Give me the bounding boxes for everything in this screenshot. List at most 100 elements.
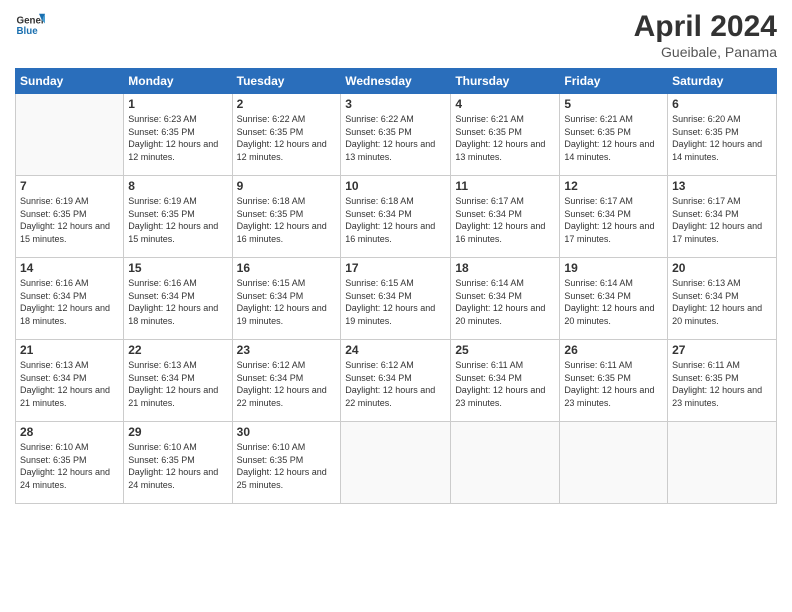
day-info: Sunrise: 6:13 AM Sunset: 6:34 PM Dayligh…: [672, 277, 772, 327]
week-row-2: 7 Sunrise: 6:19 AM Sunset: 6:35 PM Dayli…: [16, 176, 777, 258]
sunrise: Sunrise: 6:20 AM: [672, 114, 741, 124]
day-info: Sunrise: 6:19 AM Sunset: 6:35 PM Dayligh…: [20, 195, 119, 245]
daylight: Daylight: 12 hours and 22 minutes.: [237, 385, 327, 408]
day-info: Sunrise: 6:15 AM Sunset: 6:34 PM Dayligh…: [237, 277, 337, 327]
sunrise: Sunrise: 6:17 AM: [672, 196, 741, 206]
day-info: Sunrise: 6:12 AM Sunset: 6:34 PM Dayligh…: [237, 359, 337, 409]
day-number: 16: [237, 261, 337, 275]
day-info: Sunrise: 6:10 AM Sunset: 6:35 PM Dayligh…: [237, 441, 337, 491]
col-saturday: Saturday: [668, 69, 777, 94]
day-cell: 30 Sunrise: 6:10 AM Sunset: 6:35 PM Dayl…: [232, 422, 341, 504]
title-block: April 2024 Gueibale, Panama: [634, 10, 777, 60]
daylight: Daylight: 12 hours and 17 minutes.: [672, 221, 762, 244]
day-info: Sunrise: 6:17 AM Sunset: 6:34 PM Dayligh…: [672, 195, 772, 245]
daylight: Daylight: 12 hours and 19 minutes.: [237, 303, 327, 326]
sunset: Sunset: 6:34 PM: [345, 291, 412, 301]
month-title: April 2024: [634, 10, 777, 44]
day-cell: 15 Sunrise: 6:16 AM Sunset: 6:34 PM Dayl…: [124, 258, 232, 340]
daylight: Daylight: 12 hours and 15 minutes.: [128, 221, 218, 244]
sunrise: Sunrise: 6:15 AM: [237, 278, 306, 288]
daylight: Daylight: 12 hours and 15 minutes.: [20, 221, 110, 244]
daylight: Daylight: 12 hours and 18 minutes.: [128, 303, 218, 326]
sunset: Sunset: 6:35 PM: [672, 373, 739, 383]
day-number: 30: [237, 425, 337, 439]
day-cell: 24 Sunrise: 6:12 AM Sunset: 6:34 PM Dayl…: [341, 340, 451, 422]
daylight: Daylight: 12 hours and 19 minutes.: [345, 303, 435, 326]
day-number: 29: [128, 425, 227, 439]
sunrise: Sunrise: 6:12 AM: [237, 360, 306, 370]
daylight: Daylight: 12 hours and 23 minutes.: [672, 385, 762, 408]
subtitle: Gueibale, Panama: [634, 44, 777, 60]
day-cell: 17 Sunrise: 6:15 AM Sunset: 6:34 PM Dayl…: [341, 258, 451, 340]
sunset: Sunset: 6:35 PM: [237, 127, 304, 137]
sunset: Sunset: 6:34 PM: [564, 291, 631, 301]
daylight: Daylight: 12 hours and 16 minutes.: [455, 221, 545, 244]
day-info: Sunrise: 6:18 AM Sunset: 6:34 PM Dayligh…: [345, 195, 446, 245]
day-number: 24: [345, 343, 446, 357]
day-cell: 12 Sunrise: 6:17 AM Sunset: 6:34 PM Dayl…: [560, 176, 668, 258]
sunset: Sunset: 6:35 PM: [564, 127, 631, 137]
sunset: Sunset: 6:34 PM: [20, 373, 87, 383]
week-row-1: 1 Sunrise: 6:23 AM Sunset: 6:35 PM Dayli…: [16, 94, 777, 176]
sunrise: Sunrise: 6:22 AM: [237, 114, 306, 124]
sunset: Sunset: 6:35 PM: [455, 127, 522, 137]
day-cell: 9 Sunrise: 6:18 AM Sunset: 6:35 PM Dayli…: [232, 176, 341, 258]
day-info: Sunrise: 6:22 AM Sunset: 6:35 PM Dayligh…: [345, 113, 446, 163]
day-cell: 3 Sunrise: 6:22 AM Sunset: 6:35 PM Dayli…: [341, 94, 451, 176]
logo: General Blue: [15, 10, 45, 40]
day-cell: 4 Sunrise: 6:21 AM Sunset: 6:35 PM Dayli…: [451, 94, 560, 176]
sunset: Sunset: 6:35 PM: [128, 455, 195, 465]
col-thursday: Thursday: [451, 69, 560, 94]
daylight: Daylight: 12 hours and 16 minutes.: [345, 221, 435, 244]
sunrise: Sunrise: 6:10 AM: [237, 442, 306, 452]
day-cell: 20 Sunrise: 6:13 AM Sunset: 6:34 PM Dayl…: [668, 258, 777, 340]
day-info: Sunrise: 6:10 AM Sunset: 6:35 PM Dayligh…: [20, 441, 119, 491]
day-info: Sunrise: 6:21 AM Sunset: 6:35 PM Dayligh…: [564, 113, 663, 163]
sunset: Sunset: 6:34 PM: [455, 373, 522, 383]
sunrise: Sunrise: 6:13 AM: [20, 360, 89, 370]
day-cell: 25 Sunrise: 6:11 AM Sunset: 6:34 PM Dayl…: [451, 340, 560, 422]
day-info: Sunrise: 6:19 AM Sunset: 6:35 PM Dayligh…: [128, 195, 227, 245]
daylight: Daylight: 12 hours and 23 minutes.: [455, 385, 545, 408]
day-cell: 2 Sunrise: 6:22 AM Sunset: 6:35 PM Dayli…: [232, 94, 341, 176]
day-info: Sunrise: 6:11 AM Sunset: 6:35 PM Dayligh…: [564, 359, 663, 409]
day-cell: 7 Sunrise: 6:19 AM Sunset: 6:35 PM Dayli…: [16, 176, 124, 258]
sunrise: Sunrise: 6:14 AM: [455, 278, 524, 288]
sunrise: Sunrise: 6:14 AM: [564, 278, 633, 288]
col-wednesday: Wednesday: [341, 69, 451, 94]
day-number: 7: [20, 179, 119, 193]
header-row: Sunday Monday Tuesday Wednesday Thursday…: [16, 69, 777, 94]
sunrise: Sunrise: 6:13 AM: [128, 360, 197, 370]
daylight: Daylight: 12 hours and 22 minutes.: [345, 385, 435, 408]
day-info: Sunrise: 6:16 AM Sunset: 6:34 PM Dayligh…: [128, 277, 227, 327]
daylight: Daylight: 12 hours and 14 minutes.: [564, 139, 654, 162]
day-cell: 13 Sunrise: 6:17 AM Sunset: 6:34 PM Dayl…: [668, 176, 777, 258]
day-number: 22: [128, 343, 227, 357]
day-cell: [341, 422, 451, 504]
daylight: Daylight: 12 hours and 18 minutes.: [20, 303, 110, 326]
day-info: Sunrise: 6:13 AM Sunset: 6:34 PM Dayligh…: [128, 359, 227, 409]
day-number: 19: [564, 261, 663, 275]
day-number: 12: [564, 179, 663, 193]
day-cell: 8 Sunrise: 6:19 AM Sunset: 6:35 PM Dayli…: [124, 176, 232, 258]
sunset: Sunset: 6:35 PM: [345, 127, 412, 137]
sunset: Sunset: 6:34 PM: [345, 373, 412, 383]
day-cell: 14 Sunrise: 6:16 AM Sunset: 6:34 PM Dayl…: [16, 258, 124, 340]
daylight: Daylight: 12 hours and 13 minutes.: [455, 139, 545, 162]
sunrise: Sunrise: 6:21 AM: [455, 114, 524, 124]
sunset: Sunset: 6:34 PM: [237, 291, 304, 301]
sunrise: Sunrise: 6:23 AM: [128, 114, 197, 124]
day-info: Sunrise: 6:20 AM Sunset: 6:35 PM Dayligh…: [672, 113, 772, 163]
day-info: Sunrise: 6:13 AM Sunset: 6:34 PM Dayligh…: [20, 359, 119, 409]
sunrise: Sunrise: 6:13 AM: [672, 278, 741, 288]
day-number: 5: [564, 97, 663, 111]
day-number: 18: [455, 261, 555, 275]
day-cell: 1 Sunrise: 6:23 AM Sunset: 6:35 PM Dayli…: [124, 94, 232, 176]
day-number: 28: [20, 425, 119, 439]
sunset: Sunset: 6:34 PM: [455, 291, 522, 301]
sunrise: Sunrise: 6:19 AM: [20, 196, 89, 206]
sunset: Sunset: 6:35 PM: [237, 209, 304, 219]
sunrise: Sunrise: 6:10 AM: [128, 442, 197, 452]
sunset: Sunset: 6:35 PM: [20, 455, 87, 465]
daylight: Daylight: 12 hours and 16 minutes.: [237, 221, 327, 244]
